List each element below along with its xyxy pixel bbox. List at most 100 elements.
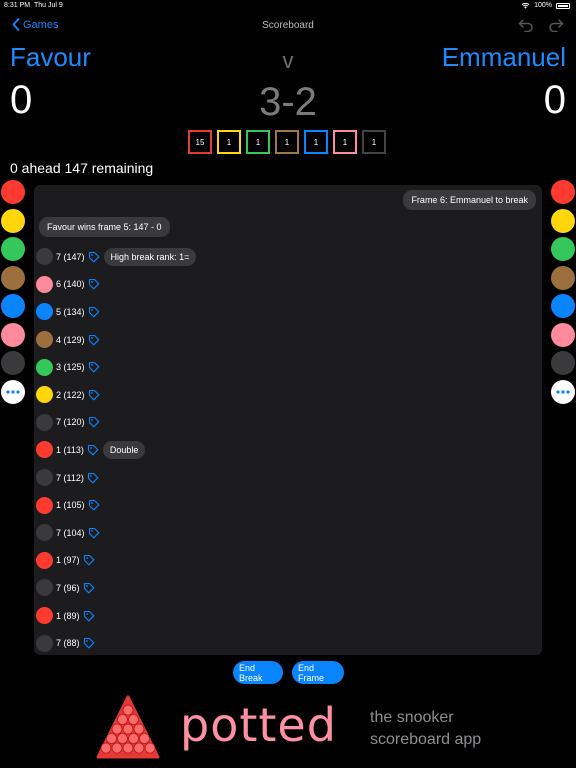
frame-win-message: Favour wins frame 5: 147 - 0 [39,217,170,237]
pot-row[interactable]: 1 (89) [36,602,196,630]
brand-banner: potted the snooker scoreboard app [96,695,516,765]
pot-ball [36,551,53,569]
wifi-icon [521,2,530,9]
tagline: the snooker scoreboard app [370,707,481,751]
player2-pot-ball-button[interactable] [551,265,575,290]
tag-icon[interactable] [88,334,100,346]
player1-pot-ball-button[interactable] [1,237,25,261]
ellipsis-icon [6,389,20,394]
pot-ball [36,524,53,542]
remaining-box: 1 [246,130,270,154]
status-right: 100% [521,2,570,9]
status-bar: 8:31 PM Thu Jul 9 100% [0,0,576,12]
player1-pot-ball-button[interactable] [1,208,25,233]
navigation-bar: Games Scoreboard [0,14,576,36]
frame-message: Frame 6: Emmanuel to break [403,190,536,210]
pot-row[interactable]: 4 (129) [36,326,196,354]
player1-pot-ball-button[interactable] [1,265,25,290]
pot-row[interactable]: 7 (104) [36,519,196,547]
remaining-box: 1 [275,130,299,154]
player2-pot-ball-button[interactable] [551,208,575,233]
pot-ball [36,303,53,321]
tag-icon[interactable] [88,251,100,263]
tag-icon[interactable] [83,610,95,622]
pot-row[interactable]: 3 (125) [36,353,196,381]
undo-icon[interactable] [518,18,534,32]
pot-ball [36,496,53,514]
pot-text: 1 (89) [56,610,80,621]
pot-row[interactable]: 7 (88) [36,629,196,655]
player2-pot-ball-button[interactable] [551,351,575,375]
player1-pot-ball-button[interactable] [1,294,25,318]
player2-pot-ball-button[interactable] [551,322,575,347]
tag-icon[interactable] [88,416,100,428]
page-title: Scoreboard [262,20,314,31]
pot-text: 5 (134) [56,306,85,317]
pot-text: 7 (96) [56,582,80,593]
pot-text: 7 (120) [56,417,85,428]
tag-icon[interactable] [83,582,95,594]
pot-row[interactable]: 1 (97) [36,547,196,575]
pot-row[interactable]: 7 (120) [36,409,196,437]
pot-row[interactable]: 5 (134) [36,298,196,326]
potted-logo: potted [180,698,337,752]
pot-text: 1 (105) [56,500,85,511]
tag-icon[interactable] [87,472,99,484]
ball-rack-logo-icon [96,695,160,759]
pot-ball [36,413,53,431]
pot-text: 1 (113) [56,444,84,455]
pot-ball [36,358,53,376]
tag-icon[interactable] [87,444,99,456]
pot-row[interactable]: 1 (113) Double [36,436,196,464]
pot-ball [36,331,53,349]
player2-pot-ball-button[interactable] [551,294,575,318]
tag-icon[interactable] [88,527,100,539]
break-log-panel[interactable]: Frame 6: Emmanuel to break Favour wins f… [34,185,542,655]
pot-row[interactable]: 6 (140) [36,271,196,299]
pot-text: 2 (122) [56,389,85,400]
remaining-box: 1 [333,130,357,154]
pot-ball [36,248,53,266]
pot-row[interactable]: 7 (112) [36,464,196,492]
pot-text: 1 (97) [56,555,80,566]
tag-icon[interactable] [88,278,100,290]
pot-ball [36,386,53,404]
tag-icon[interactable] [83,554,95,566]
pot-text: 7 (104) [56,527,85,538]
remaining-box: 1 [217,130,241,154]
remaining-box: 1 [362,130,386,154]
player2-pot-ball-button[interactable] [551,180,575,204]
pot-ball [36,275,53,293]
end-frame-button[interactable]: End Frame [292,661,344,684]
pot-note: High break rank: 1= [103,247,197,266]
pot-row[interactable]: 7 (147) High break rank: 1= [36,243,197,271]
pot-ball [36,579,53,597]
pot-list: 7 (147) High break rank: 1= 6 (140) 5 (134)… [36,243,197,655]
pot-row[interactable]: 1 (105) [36,491,196,519]
status-time: 8:31 PM [4,2,31,9]
pot-ball [36,469,53,487]
tag-icon[interactable] [88,361,100,373]
player1-pot-ball-button[interactable] [1,322,25,347]
player2-pot-ball-button[interactable] [551,237,575,261]
tag-icon[interactable] [88,389,100,401]
pot-row[interactable]: 7 (96) [36,574,196,602]
pot-text: 6 (140) [56,279,85,290]
tag-icon[interactable] [88,499,100,511]
tagline-line1: the snooker [370,709,454,726]
pot-row[interactable]: 2 (122) [36,381,196,409]
battery-icon [556,2,570,9]
tag-icon[interactable] [83,637,95,649]
player1-ball-column [1,180,25,404]
versus-label: v [282,48,294,73]
redo-icon[interactable] [548,18,564,32]
player1-more-button[interactable] [1,379,25,404]
player2-more-button[interactable] [551,379,575,404]
battery-percent: 100% [534,2,552,9]
tag-icon[interactable] [88,306,100,318]
player1-pot-ball-button[interactable] [1,180,25,204]
end-break-button[interactable]: End Break [233,661,283,684]
player1-pot-ball-button[interactable] [1,351,25,375]
remaining-box: 15 [188,130,212,154]
remaining-box: 1 [304,130,328,154]
